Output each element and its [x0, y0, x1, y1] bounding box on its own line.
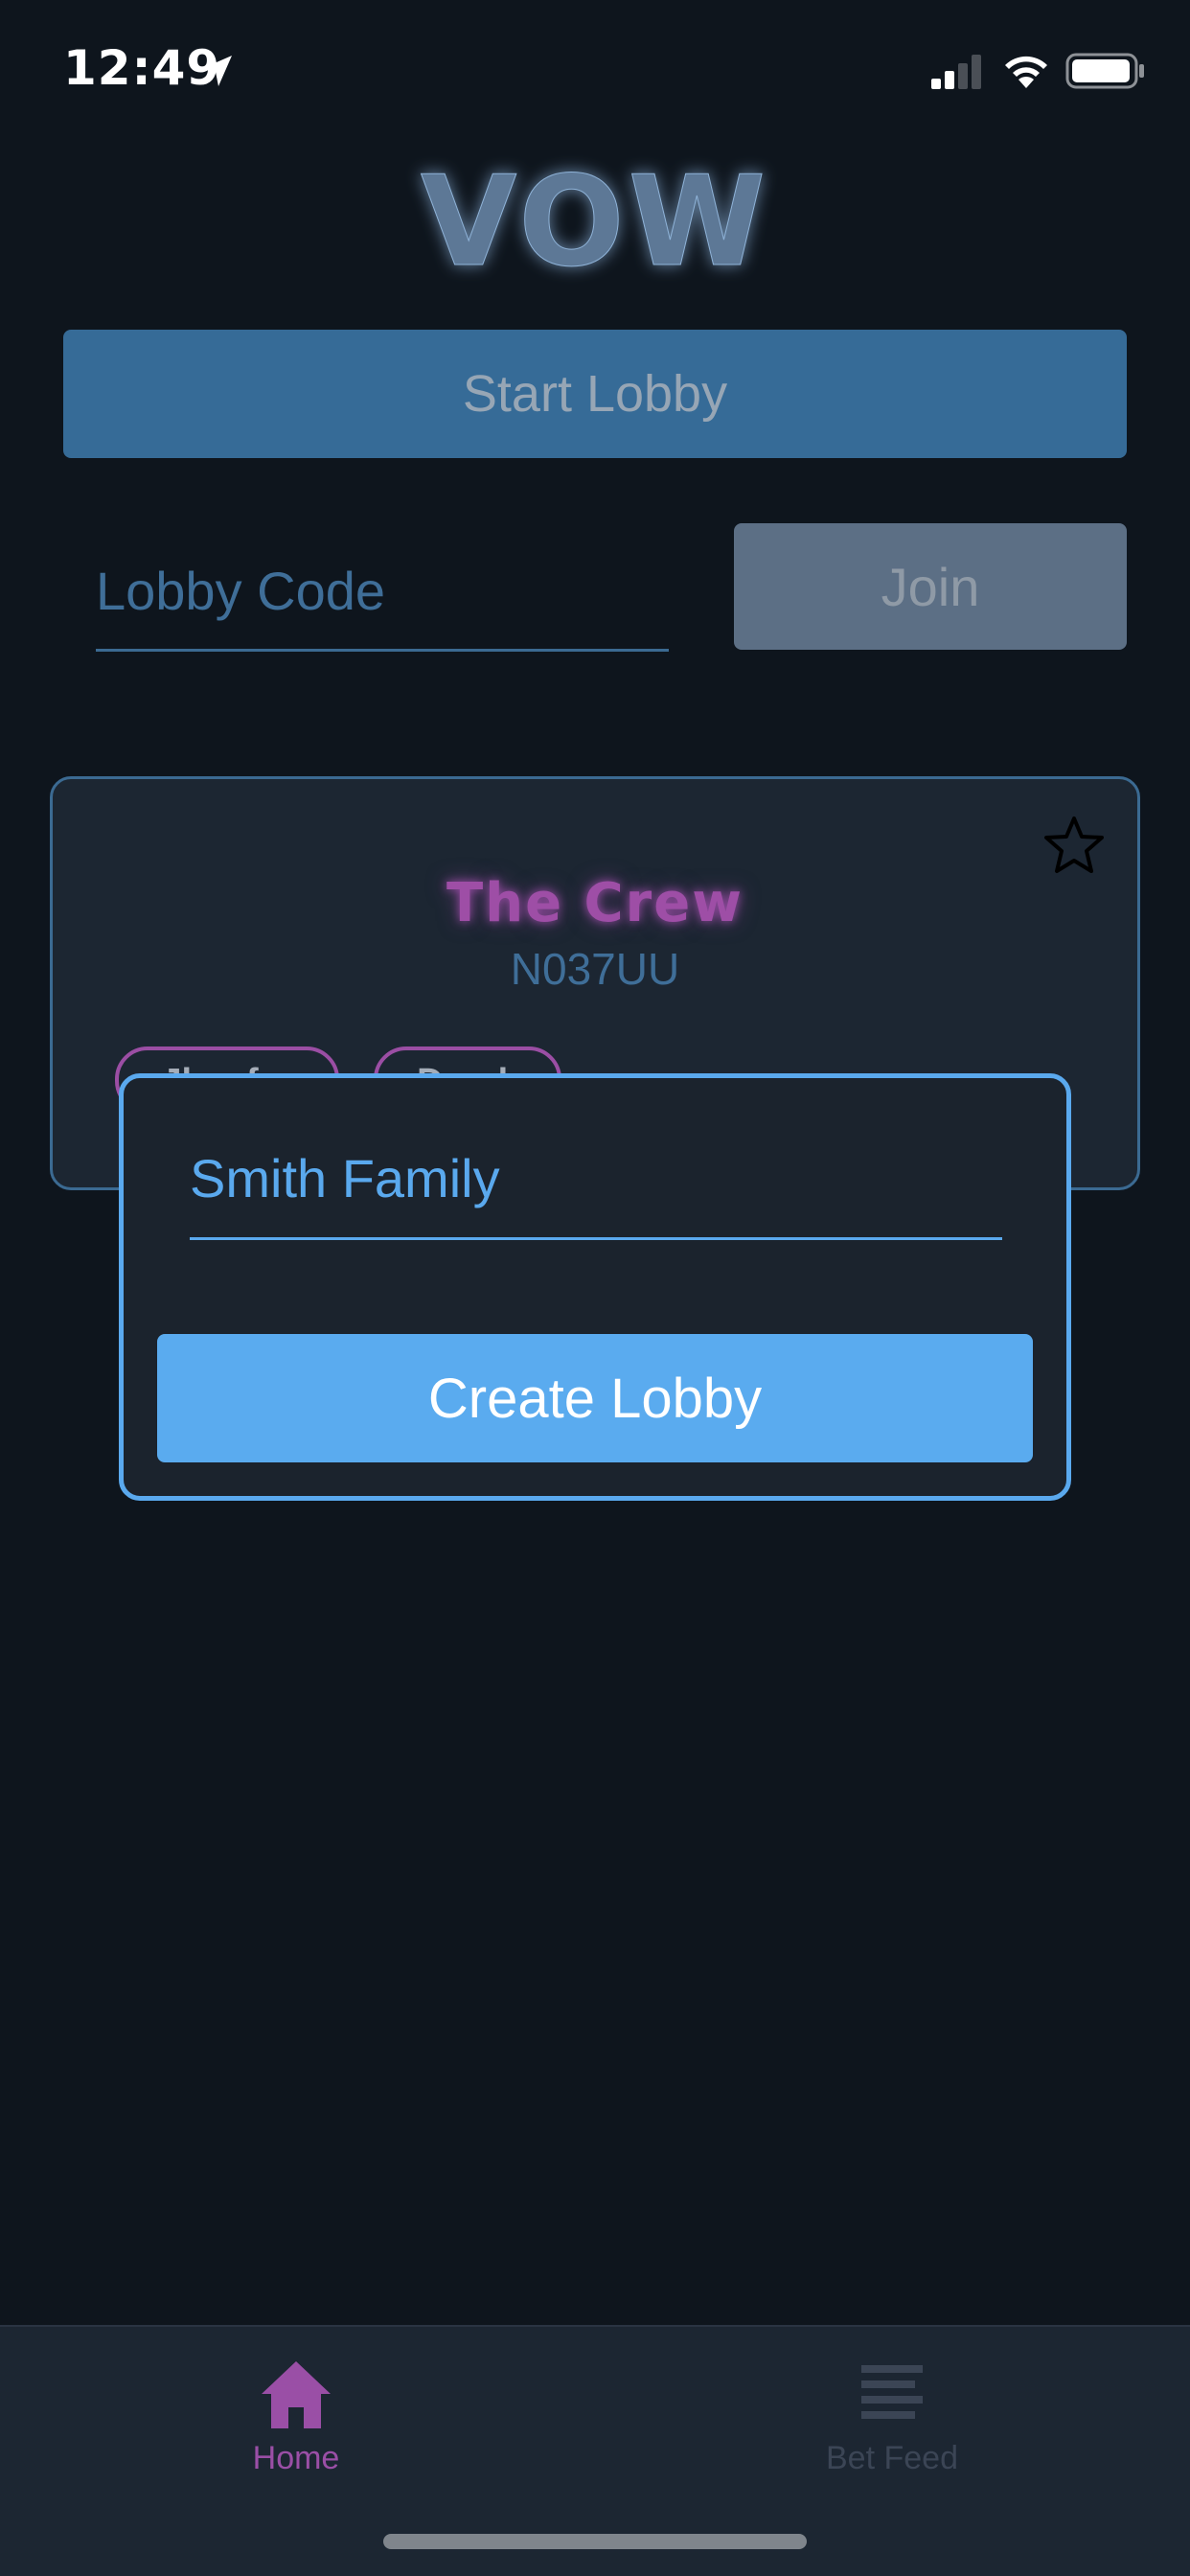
- home-indicator[interactable]: [383, 2534, 807, 2549]
- lobby-name: The Crew: [446, 872, 744, 934]
- app-screen: 12:49 VOW Start Lobby Lobby Code Join Th…: [0, 0, 1190, 2576]
- tab-bet-feed[interactable]: Bet Feed: [748, 2344, 1036, 2488]
- wifi-icon: [1005, 56, 1047, 88]
- lobby-code-input[interactable]: [96, 533, 669, 652]
- tab-bet-feed-label: Bet Feed: [826, 2440, 958, 2476]
- create-lobby-button[interactable]: Create Lobby: [157, 1334, 1033, 1462]
- list-icon: [861, 2365, 923, 2419]
- battery-icon: [1065, 53, 1144, 89]
- cellular-signal-icon: [931, 55, 981, 89]
- location-arrow-icon: [201, 56, 232, 86]
- status-bar: 12:49: [0, 0, 1190, 144]
- lobby-name-input[interactable]: [190, 1119, 1002, 1240]
- svg-text:VOW: VOW: [421, 151, 769, 286]
- start-lobby-button[interactable]: Start Lobby: [63, 330, 1127, 458]
- tab-home[interactable]: Home: [152, 2344, 440, 2488]
- vow-logo: VOW: [420, 151, 769, 286]
- star-icon[interactable]: [1042, 815, 1106, 876]
- home-icon: [262, 2361, 331, 2428]
- lobby-code: N037UU: [510, 944, 680, 994]
- tab-home-label: Home: [252, 2440, 340, 2476]
- join-button[interactable]: Join: [734, 523, 1127, 650]
